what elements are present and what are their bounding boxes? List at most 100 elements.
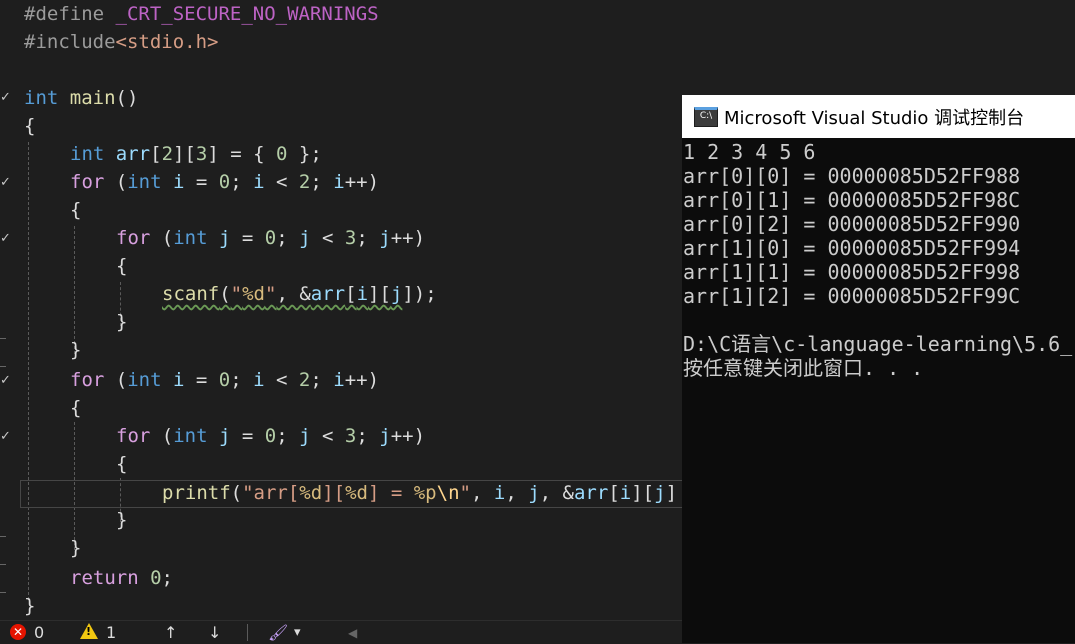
console-app-icon: C:\: [694, 106, 718, 127]
editor-status-bar: ✕ 0 ! 1 ↑ ↓ 🖌 ▾ ◀: [0, 620, 682, 644]
indent-guide: [28, 142, 29, 600]
console-output[interactable]: 1 2 3 4 5 6 arr[0][0] = 00000085D52FF988…: [683, 140, 1075, 380]
control-keyword: for: [116, 425, 151, 447]
error-count[interactable]: 0: [34, 623, 44, 643]
code-line[interactable]: for (int j = 0; j < 3; j++): [116, 422, 425, 450]
format-specifier: %d: [345, 482, 368, 504]
gutter-tick: [0, 536, 6, 537]
format-specifier: %d: [242, 283, 265, 305]
punctuation: (: [219, 283, 231, 305]
code-cleanup-icon[interactable]: 🖌: [268, 623, 288, 643]
console-line: arr[0][1] = 00000085D52FF98C: [683, 188, 1021, 212]
punctuation: (: [150, 227, 174, 249]
gutter-tick: [0, 366, 6, 367]
number: 0: [218, 171, 231, 193]
code-line[interactable]: int arr[2][3] = { 0 };: [70, 140, 322, 168]
code-line[interactable]: int main(): [24, 84, 138, 112]
variable: i: [493, 482, 506, 504]
console-title: Microsoft Visual Studio 调试控制台: [724, 107, 1025, 129]
code-line[interactable]: }: [116, 308, 127, 336]
punctuation: ;: [310, 369, 334, 391]
code-line[interactable]: }: [116, 506, 127, 534]
preprocessor-directive: #include: [24, 31, 116, 53]
punctuation: =: [230, 227, 265, 249]
warning-icon-glyph: !: [86, 625, 92, 638]
brace: }: [70, 537, 82, 559]
chevron-down-icon[interactable]: ▾: [294, 623, 301, 643]
code-line[interactable]: #define _CRT_SECURE_NO_WARNINGS: [24, 0, 379, 28]
punctuation: ++): [390, 425, 426, 447]
scroll-left-icon[interactable]: ◀: [348, 623, 357, 643]
console-line: arr[1][0] = 00000085D52FF994: [683, 236, 1021, 260]
collapse-marker[interactable]: ✓: [0, 176, 11, 190]
string: "arr[: [242, 482, 300, 504]
code-line[interactable]: {: [116, 252, 127, 280]
debug-console-window[interactable]: C:\ Microsoft Visual Studio 调试控制台 1 2 3 …: [682, 95, 1075, 643]
code-line[interactable]: #include<stdio.h>: [24, 28, 218, 56]
keyword: int: [127, 369, 162, 391]
collapse-marker[interactable]: ✓: [0, 91, 11, 105]
console-line: arr[1][2] = 00000085D52FF99C: [683, 284, 1021, 308]
number: 0: [276, 143, 288, 165]
gutter-tick: [0, 592, 6, 593]
variable: j: [207, 425, 231, 447]
code-line[interactable]: printf("arr[%d][%d] = %p\n", i, j, &arr[…: [162, 479, 677, 507]
variable: j: [654, 482, 666, 504]
code-line[interactable]: }: [70, 336, 81, 364]
number: 2: [161, 143, 174, 165]
collapse-marker[interactable]: ✓: [0, 232, 11, 246]
code-line[interactable]: }: [24, 592, 35, 620]
previous-issue-button[interactable]: ↑: [164, 623, 177, 643]
code-line[interactable]: return 0;: [70, 564, 173, 592]
number: 0: [264, 227, 277, 249]
code-line[interactable]: for (int j = 0; j < 3; j++): [116, 224, 425, 252]
code-line[interactable]: for (int i = 0; i < 2; i++): [70, 168, 379, 196]
punctuation: <: [310, 227, 345, 249]
code-line[interactable]: {: [70, 394, 81, 422]
variable: i: [161, 369, 185, 391]
code-line[interactable]: {: [24, 112, 35, 140]
variable: j: [379, 227, 391, 249]
console-line: 1 2 3 4 5 6: [683, 140, 816, 164]
console-line: 按任意键关闭此窗口. . .: [683, 356, 924, 380]
punctuation: ++): [390, 227, 426, 249]
control-keyword: for: [70, 171, 105, 193]
console-title-bar[interactable]: C:\ Microsoft Visual Studio 调试控制台: [682, 95, 1075, 138]
punctuation: ]: [665, 482, 678, 504]
function-name: printf: [162, 482, 231, 504]
code-line[interactable]: for (int i = 0; i < 2; i++): [70, 366, 379, 394]
escape-sequence: \n: [436, 482, 460, 504]
punctuation: (: [104, 369, 128, 391]
control-keyword: for: [70, 369, 105, 391]
collapse-marker[interactable]: ✓: [0, 374, 11, 388]
punctuation: ++): [344, 369, 380, 391]
function-name: main: [69, 87, 116, 109]
string: ": [230, 283, 243, 305]
punctuation: ;: [356, 227, 380, 249]
control-keyword: for: [116, 227, 151, 249]
collapse-marker[interactable]: ✓: [0, 430, 11, 444]
number: 2: [298, 369, 311, 391]
console-line: arr[1][1] = 00000085D52FF998: [683, 260, 1021, 284]
punctuation: ;: [276, 425, 300, 447]
code-line[interactable]: scanf("%d", &arr[i][j]);: [162, 280, 437, 308]
punctuation: ;: [230, 171, 254, 193]
next-issue-button[interactable]: ↓: [208, 623, 221, 643]
code-line[interactable]: {: [70, 196, 81, 224]
punctuation: , &: [276, 283, 311, 305]
variable: i: [253, 171, 265, 193]
format-specifier: %p: [413, 482, 437, 504]
keyword: int: [24, 87, 59, 109]
error-icon[interactable]: ✕: [10, 624, 26, 640]
warning-count[interactable]: 1: [106, 623, 116, 643]
number: 3: [195, 143, 208, 165]
code-line[interactable]: }: [70, 534, 81, 562]
string: ] =: [367, 482, 414, 504]
punctuation: (: [230, 482, 243, 504]
variable: i: [161, 171, 185, 193]
code-line[interactable]: {: [116, 450, 127, 478]
status-separator: [247, 624, 248, 641]
include-path: <stdio.h>: [115, 31, 219, 53]
warning-squiggle[interactable]: scanf("%d", &arr[i][j: [162, 283, 402, 305]
